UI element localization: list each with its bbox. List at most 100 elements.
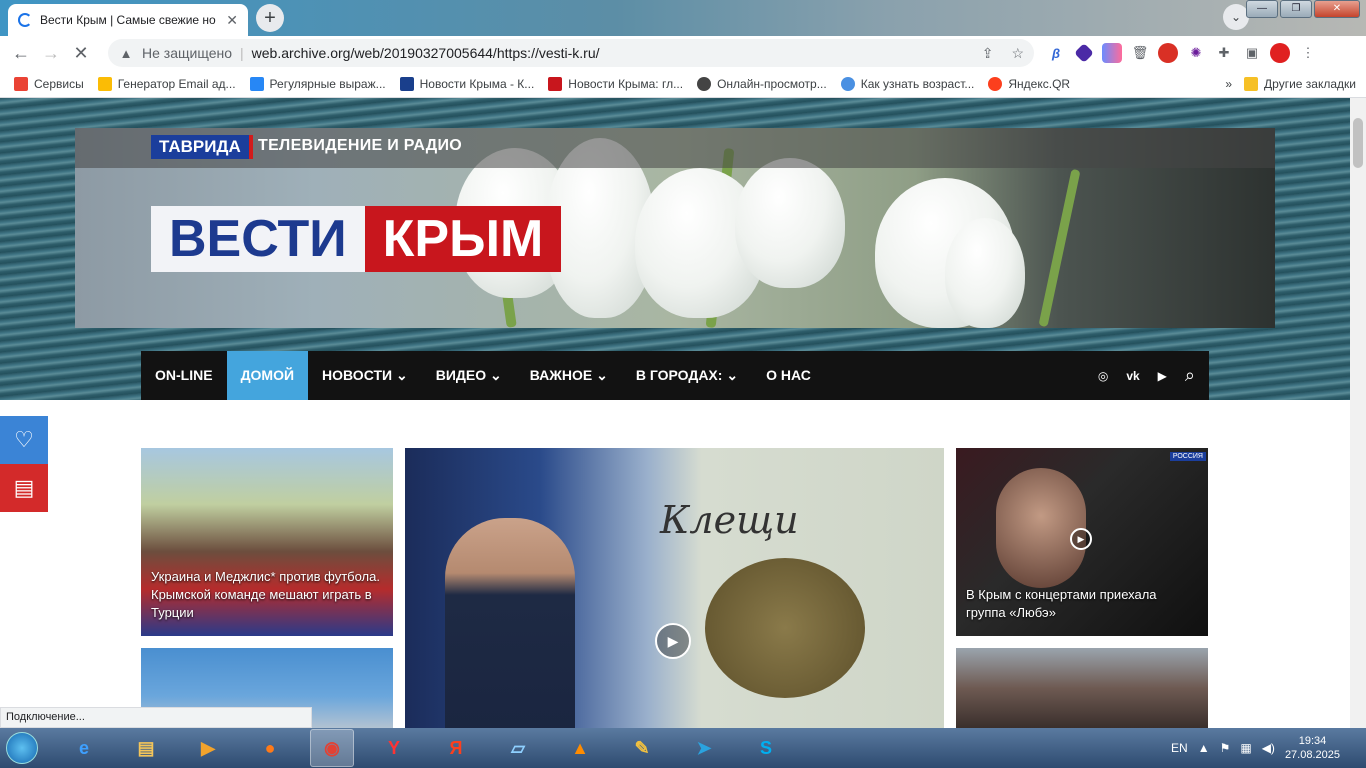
- menu-item-news[interactable]: НОВОСТИ ⌄: [308, 351, 422, 400]
- favorites-button[interactable]: ♡: [0, 416, 48, 464]
- bookmark-label: Онлайн-просмотр...: [717, 76, 827, 91]
- share-icon[interactable]: ⇪: [982, 45, 994, 62]
- vlc-icon[interactable]: ▲: [558, 729, 602, 767]
- status-bar: Подключение...: [0, 707, 312, 728]
- scrollbar-thumb[interactable]: [1353, 118, 1363, 168]
- volume-icon[interactable]: ◀): [1262, 741, 1275, 755]
- start-button[interactable]: [0, 728, 44, 768]
- forward-icon[interactable]: →: [36, 43, 66, 64]
- header-banner[interactable]: ТАВРИДА ТЕЛЕВИДЕНИЕ И РАДИО ВЕСТИ КРЫМ: [75, 128, 1275, 328]
- bookmark-item[interactable]: Генератор Email ад...: [97, 76, 236, 91]
- more-bookmarks-button[interactable]: »: [1225, 77, 1232, 91]
- chrome-icon[interactable]: ◉: [310, 729, 354, 767]
- yandex-icon: [988, 76, 1003, 91]
- news-card-lube[interactable]: РОССИЯ ▶ В Крым с концертами приехала гр…: [956, 448, 1208, 636]
- language-indicator[interactable]: EN: [1171, 741, 1188, 755]
- bookmark-item[interactable]: Регулярные выраж...: [249, 76, 386, 91]
- system-tray: EN ▲ ⚑ ▦ ◀) 19:34 27.08.2025: [1171, 734, 1366, 762]
- diamond-extension-icon[interactable]: [1074, 43, 1094, 63]
- folder-icon: [1244, 76, 1259, 91]
- tv-radio-label: ТЕЛЕВИДЕНИЕ И РАДИО: [258, 137, 463, 154]
- news-icon: [548, 76, 563, 91]
- skype-icon[interactable]: S: [744, 729, 788, 767]
- browser-tab[interactable]: Вести Крым | Самые свежие но ✕: [8, 4, 248, 36]
- warning-icon[interactable]: ▲: [118, 45, 134, 61]
- sidepanel-icon[interactable]: ▣: [1242, 43, 1262, 63]
- tray-expand-icon[interactable]: ▲: [1198, 741, 1210, 755]
- menu-label: НОВОСТИ: [322, 367, 393, 383]
- trash-extension-icon[interactable]: 🗑: [1130, 43, 1150, 63]
- media-player-icon[interactable]: ▶: [186, 729, 230, 767]
- stop-icon[interactable]: ✕: [66, 43, 96, 64]
- other-bookmarks[interactable]: Другие закладки: [1244, 76, 1356, 91]
- shield-extension-icon[interactable]: [1158, 43, 1178, 63]
- page-scrollbar[interactable]: [1350, 98, 1366, 728]
- card-caption: В Крым с концертами приехала группа «Люб…: [966, 587, 1157, 620]
- explorer-folder-icon[interactable]: ▤: [124, 729, 168, 767]
- news-card-crowd[interactable]: [956, 648, 1208, 728]
- close-tab-icon[interactable]: ✕: [226, 12, 238, 29]
- news-card-football[interactable]: Украина и Меджлис* против футбола. Крымс…: [141, 448, 393, 636]
- address-bar[interactable]: ▲ Не защищено | web.archive.org/web/2019…: [108, 39, 1034, 67]
- yandex-browser-icon[interactable]: Y: [372, 729, 416, 767]
- vesti-krym-logo[interactable]: ВЕСТИ КРЫМ: [151, 206, 562, 272]
- k-logo-icon: [399, 76, 414, 91]
- bookmark-label: Сервисы: [34, 76, 84, 91]
- new-tab-button[interactable]: +: [256, 4, 284, 32]
- bookmark-item[interactable]: Новости Крыма: гл...: [548, 76, 684, 91]
- play-button[interactable]: ▶: [655, 623, 691, 659]
- back-icon[interactable]: ←: [6, 43, 36, 64]
- play-button[interactable]: ▶: [1070, 528, 1092, 550]
- vk-icon[interactable]: vk: [1126, 369, 1139, 383]
- profile-avatar[interactable]: [1270, 43, 1290, 63]
- beta-extension-icon[interactable]: β: [1046, 43, 1066, 63]
- puzzle-color-extension-icon[interactable]: [1102, 43, 1122, 63]
- telegram-icon[interactable]: ➤: [682, 729, 726, 767]
- card-caption: Украина и Меджлис* против футбола. Крымс…: [151, 569, 380, 620]
- singer-image: [996, 468, 1086, 588]
- action-center-icon[interactable]: ⚑: [1220, 741, 1231, 755]
- main-menu: ON-LINE ДОМОЙ НОВОСТИ ⌄ ВИДЕО ⌄ ВАЖНОЕ ⌄…: [141, 351, 1209, 400]
- menu-item-online[interactable]: ON-LINE: [141, 351, 227, 400]
- menu-item-about[interactable]: О НАС: [752, 351, 825, 400]
- bookmark-star-icon[interactable]: ☆: [1011, 45, 1024, 62]
- clock[interactable]: 19:34 27.08.2025: [1285, 734, 1340, 762]
- search-icon[interactable]: ⌕: [1185, 365, 1195, 386]
- bookmark-item[interactable]: Как узнать возраст...: [840, 76, 974, 91]
- maximize-button[interactable]: ❐: [1280, 0, 1312, 18]
- notepad-icon[interactable]: ▱: [496, 729, 540, 767]
- menu-item-video[interactable]: ВИДЕО ⌄: [422, 351, 516, 400]
- menu-item-cities[interactable]: В ГОРОДАХ: ⌄: [622, 351, 752, 400]
- close-window-button[interactable]: ✕: [1314, 0, 1360, 18]
- minimize-button[interactable]: —: [1246, 0, 1278, 18]
- menu-item-home[interactable]: ДОМОЙ: [226, 351, 309, 400]
- extensions-icon[interactable]: ✚: [1214, 43, 1234, 63]
- bookmark-item[interactable]: Новости Крыма - К...: [399, 76, 534, 91]
- network-icon[interactable]: ▦: [1240, 741, 1251, 755]
- logo-vesti: ВЕСТИ: [151, 206, 365, 272]
- apps-grid-icon: [14, 76, 28, 91]
- bookmark-item[interactable]: Сервисы: [14, 76, 84, 91]
- flower-extension-icon[interactable]: ✺: [1186, 43, 1206, 63]
- bookmark-item[interactable]: Яндекс.QR: [988, 76, 1070, 91]
- firefox-icon[interactable]: ●: [248, 729, 292, 767]
- bookmarks-bar: Сервисы Генератор Email ад... Регулярные…: [0, 70, 1366, 98]
- news-feed-button[interactable]: ▤: [0, 464, 48, 512]
- instagram-icon[interactable]: ◎: [1098, 369, 1108, 383]
- snowdrop-flower: [945, 218, 1025, 328]
- main-video-card[interactable]: Клещи ▶: [405, 448, 944, 728]
- youtube-icon[interactable]: ▶: [1158, 369, 1167, 383]
- paint-icon[interactable]: ✎: [620, 729, 664, 767]
- bookmark-label: Новости Крыма: гл...: [568, 76, 684, 91]
- heart-icon: ♡: [14, 427, 34, 452]
- video-text: Клещи: [660, 498, 799, 542]
- bookmark-item[interactable]: Онлайн-просмотр...: [697, 76, 827, 91]
- taskbar: e ▤ ▶ ● ◉ Y Я ▱ ▲ ✎ ➤ S EN ▲ ⚑ ▦ ◀) 19:3…: [0, 728, 1366, 768]
- browser-toolbar: ← → ✕ ▲ Не защищено | web.archive.org/we…: [0, 36, 1366, 70]
- url-text[interactable]: web.archive.org/web/20190327005644/https…: [252, 45, 600, 61]
- social-links: ◎ vk ▶ ⌕: [1098, 365, 1209, 386]
- menu-item-important[interactable]: ВАЖНОЕ ⌄: [516, 351, 622, 400]
- yandex-icon[interactable]: Я: [434, 729, 478, 767]
- menu-kebab-icon[interactable]: ⋮: [1298, 43, 1318, 63]
- ie-icon[interactable]: e: [62, 729, 106, 767]
